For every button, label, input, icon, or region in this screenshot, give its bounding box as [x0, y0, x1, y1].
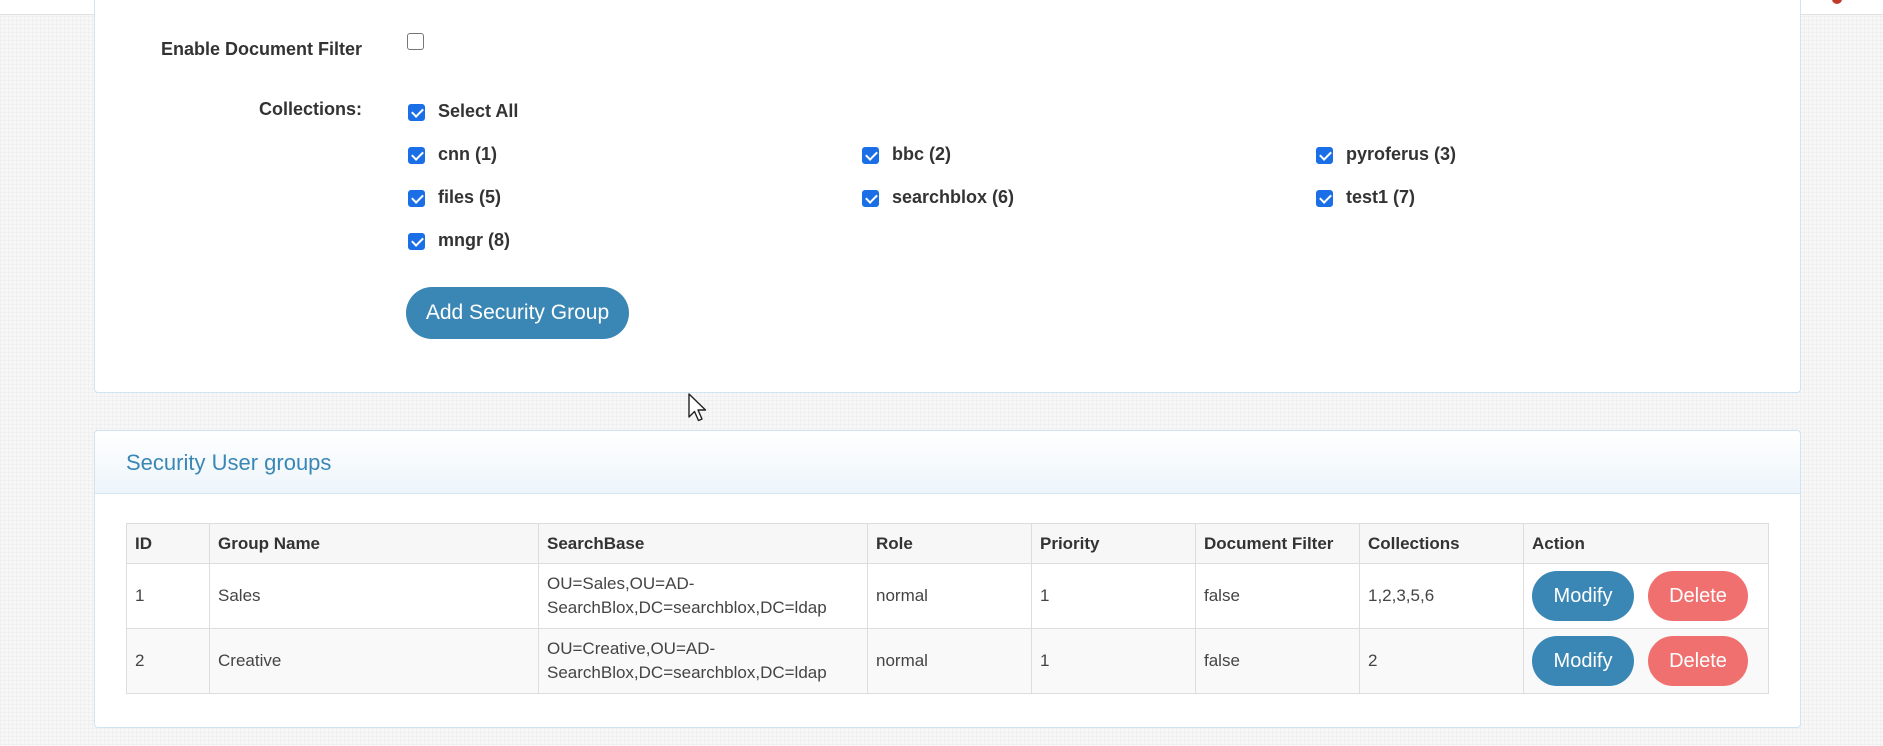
security-groups-title: Security User groups	[126, 450, 332, 475]
table-row: 2 Creative OU=Creative,OU=AD-SearchBlox,…	[126, 628, 1769, 694]
collection-label-bbc: bbc (2)	[892, 144, 952, 164]
cell-id: 2	[126, 628, 210, 694]
select-all-checkbox[interactable]	[408, 104, 425, 121]
collection-checkbox-bbc[interactable]	[862, 147, 879, 164]
document-filter-label: Enable Document Filter	[160, 39, 362, 59]
column-header-document-filter[interactable]: Document Filter	[1195, 523, 1360, 564]
table-header-row: ID Group Name SearchBase Role Priority D…	[126, 523, 1769, 564]
collection-checkbox-cnn[interactable]	[408, 147, 425, 164]
collection-checkbox-pyroferus[interactable]	[1316, 147, 1333, 164]
collection-label-pyroferus: pyroferus (3)	[1346, 144, 1457, 164]
cell-role: normal	[867, 628, 1032, 694]
cell-id: 1	[126, 563, 210, 629]
collection-checkbox-files[interactable]	[408, 190, 425, 207]
cell-group-name: Creative	[209, 628, 539, 694]
column-header-priority[interactable]: Priority	[1031, 523, 1196, 564]
notification-icon[interactable]	[1832, 0, 1842, 4]
column-header-group-name[interactable]: Group Name	[209, 523, 539, 564]
cell-document-filter: false	[1195, 628, 1360, 694]
table-row: 1 Sales OU=Sales,OU=AD-SearchBlox,DC=sea…	[126, 563, 1769, 629]
security-groups-heading: Security User groups	[95, 431, 1800, 494]
modify-button[interactable]: Modify	[1532, 571, 1634, 621]
column-header-role[interactable]: Role	[867, 523, 1032, 564]
collection-checkbox-searchblox[interactable]	[862, 190, 879, 207]
cell-role: normal	[867, 563, 1032, 629]
collection-label-searchblox: searchblox (6)	[892, 187, 1015, 207]
column-header-id[interactable]: ID	[126, 523, 210, 564]
collection-label-test1: test1 (7)	[1346, 187, 1416, 207]
mouse-pointer-icon	[688, 393, 707, 422]
column-header-collections[interactable]: Collections	[1359, 523, 1524, 564]
security-groups-table: ID Group Name SearchBase Role Priority D…	[126, 523, 1769, 694]
column-header-searchbase[interactable]: SearchBase	[538, 523, 868, 564]
cell-collections: 1,2,3,5,6	[1359, 563, 1524, 629]
cell-searchbase: OU=Sales,OU=AD-SearchBlox,DC=searchblox,…	[538, 563, 868, 629]
modify-button[interactable]: Modify	[1532, 636, 1634, 686]
cell-document-filter: false	[1195, 563, 1360, 629]
collection-label-files: files (5)	[438, 187, 502, 207]
cell-group-name: Sales	[209, 563, 539, 629]
select-all-label: Select All	[438, 101, 519, 121]
cell-searchbase: OU=Creative,OU=AD-SearchBlox,DC=searchbl…	[538, 628, 868, 694]
cell-action: Modify Delete	[1523, 628, 1769, 694]
cell-action: Modify Delete	[1523, 563, 1769, 629]
document-filter-checkbox[interactable]	[407, 33, 424, 50]
cell-priority: 1	[1031, 563, 1196, 629]
collection-checkbox-mngr[interactable]	[408, 233, 425, 250]
collection-label-mngr: mngr (8)	[438, 230, 510, 250]
delete-button[interactable]: Delete	[1648, 571, 1748, 621]
cell-collections: 2	[1359, 628, 1524, 694]
collection-checkbox-test1[interactable]	[1316, 190, 1333, 207]
column-header-action: Action	[1523, 523, 1769, 564]
cell-priority: 1	[1031, 628, 1196, 694]
add-security-group-button[interactable]: Add Security Group	[406, 287, 629, 339]
collections-label: Collections:	[258, 99, 362, 119]
delete-button[interactable]: Delete	[1648, 636, 1748, 686]
collection-label-cnn: cnn (1)	[438, 144, 498, 164]
